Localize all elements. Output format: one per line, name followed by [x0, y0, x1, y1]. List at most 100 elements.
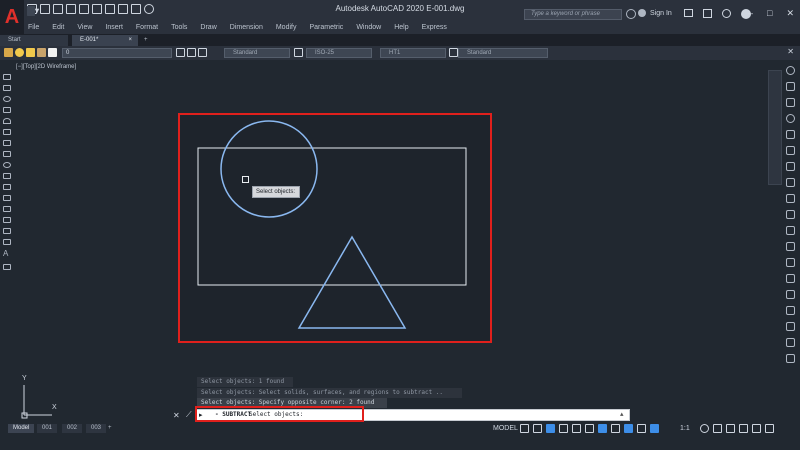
annotation-scale[interactable]: 1:1 — [680, 425, 690, 432]
selection-cycling-icon[interactable] — [637, 424, 646, 433]
add-selected-icon[interactable] — [3, 264, 11, 270]
close-tab-icon[interactable]: × — [128, 35, 132, 46]
tab-start[interactable]: Start — [0, 35, 68, 46]
add-icon[interactable] — [713, 424, 722, 433]
ellipse-icon[interactable] — [3, 162, 11, 168]
revision-cloud-icon[interactable] — [3, 140, 11, 146]
annotation-visibility-icon[interactable] — [650, 424, 659, 433]
snap-icon[interactable] — [533, 424, 542, 433]
move-icon[interactable] — [786, 274, 795, 283]
table-tool-icon[interactable] — [3, 239, 11, 245]
dimension-style-dropdown[interactable]: ISO-25 — [306, 48, 372, 58]
new-tab-button[interactable]: + — [142, 35, 154, 46]
spline-icon[interactable] — [3, 151, 11, 157]
multileader-style-dropdown[interactable]: Standard — [458, 48, 548, 58]
tab-layout-001[interactable]: 001 — [37, 424, 58, 433]
stretch-icon[interactable] — [786, 322, 795, 331]
clean-screen-icon[interactable] — [752, 424, 761, 433]
insert-block-icon[interactable] — [3, 173, 11, 179]
table-style-dropdown[interactable]: HT1 — [380, 48, 446, 58]
tab-e-001[interactable]: E-001* × — [72, 35, 138, 46]
exchange-icon[interactable] — [703, 9, 712, 18]
layer-previous-icon[interactable] — [187, 48, 196, 57]
close-command-line-icon[interactable]: ✕ — [173, 411, 180, 420]
transparency-icon[interactable] — [624, 424, 633, 433]
line-icon[interactable] — [3, 74, 11, 80]
search-icon[interactable] — [626, 9, 636, 19]
make-current-icon[interactable] — [176, 48, 185, 57]
showmotion-icon[interactable] — [786, 130, 795, 139]
menu-parametric[interactable]: Parametric — [309, 21, 343, 34]
isolate-objects-icon[interactable] — [726, 424, 735, 433]
array-icon[interactable] — [786, 258, 795, 267]
menu-express[interactable]: Express — [422, 21, 447, 34]
make-block-icon[interactable] — [3, 184, 11, 190]
gear-icon[interactable] — [700, 424, 709, 433]
isodraft-icon[interactable] — [572, 424, 581, 433]
menu-dimension[interactable]: Dimension — [230, 21, 263, 34]
sun-icon[interactable] — [26, 48, 35, 57]
table-icon[interactable] — [449, 48, 458, 57]
layer-properties-icon[interactable] — [4, 48, 13, 57]
tab-layout-002[interactable]: 002 — [62, 424, 83, 433]
zoom-extents-icon[interactable] — [786, 98, 795, 107]
menu-window[interactable]: Window — [356, 21, 381, 34]
object-snap-icon[interactable] — [598, 424, 607, 433]
point-icon[interactable] — [3, 195, 11, 201]
trim-icon[interactable] — [786, 146, 795, 155]
minimize-button[interactable]: – — [748, 8, 753, 19]
tab-model[interactable]: Model — [8, 424, 35, 433]
orbit-icon[interactable] — [786, 114, 795, 123]
menu-format[interactable]: Format — [136, 21, 158, 34]
fillet-icon[interactable] — [786, 178, 795, 187]
region-icon[interactable] — [3, 228, 11, 234]
mirror-icon[interactable] — [786, 242, 795, 251]
extend-icon[interactable] — [786, 162, 795, 171]
chamfer-icon[interactable] — [786, 194, 795, 203]
erase-icon[interactable] — [786, 354, 795, 363]
viewport-controls[interactable]: [−][Top][2D Wireframe] — [16, 64, 76, 70]
drawing-canvas[interactable] — [0, 0, 800, 450]
scale-icon[interactable] — [786, 306, 795, 315]
lineweight-icon[interactable] — [611, 424, 620, 433]
menu-draw[interactable]: Draw — [200, 21, 216, 34]
menu-help[interactable]: Help — [394, 21, 408, 34]
circle-icon[interactable] — [3, 96, 11, 102]
dimension-icon[interactable] — [294, 48, 303, 57]
layer-state-icon[interactable] — [198, 48, 207, 57]
model-space-toggle[interactable]: MODEL — [493, 425, 518, 432]
offset-icon[interactable] — [786, 226, 795, 235]
vertical-scrollbar[interactable] — [768, 70, 782, 185]
add-layout-button[interactable]: + — [103, 424, 117, 433]
customize-icon[interactable]: ⟋ — [186, 410, 192, 420]
text-style-dropdown[interactable]: Standard — [224, 48, 290, 58]
rotate-icon[interactable] — [786, 290, 795, 299]
gradient-icon[interactable] — [3, 217, 11, 223]
ortho-icon[interactable] — [546, 424, 555, 433]
cart-icon[interactable] — [684, 9, 693, 17]
polygon-icon[interactable] — [3, 129, 11, 135]
menu-file[interactable]: File — [28, 21, 39, 34]
menu-edit[interactable]: Edit — [52, 21, 64, 34]
hardware-acceleration-icon[interactable] — [739, 424, 748, 433]
color-swatch-icon[interactable] — [48, 48, 57, 57]
user-profile-icon[interactable] — [722, 9, 731, 18]
search-input[interactable]: Type a keyword or phrase — [524, 9, 622, 20]
menu-modify[interactable]: Modify — [276, 21, 297, 34]
menu-tools[interactable]: Tools — [171, 21, 187, 34]
grid-icon[interactable] — [520, 424, 529, 433]
lightbulb-icon[interactable] — [15, 48, 24, 57]
explode-icon[interactable] — [786, 210, 795, 219]
mtext-icon[interactable]: A — [3, 250, 11, 259]
pan-icon[interactable] — [786, 82, 795, 91]
lock-icon[interactable] — [37, 48, 46, 57]
steering-wheel-icon[interactable] — [786, 66, 795, 75]
close-toolbar-icon[interactable]: ✕ — [787, 47, 794, 56]
command-history-toggle-icon[interactable]: ▴ — [620, 410, 624, 418]
polar-tracking-icon[interactable] — [559, 424, 568, 433]
autocad-logo[interactable]: A — [0, 0, 24, 34]
customization-icon[interactable] — [765, 424, 774, 433]
layer-dropdown[interactable]: 0 — [62, 48, 172, 58]
menu-insert[interactable]: Insert — [105, 21, 123, 34]
menu-view[interactable]: View — [77, 21, 92, 34]
